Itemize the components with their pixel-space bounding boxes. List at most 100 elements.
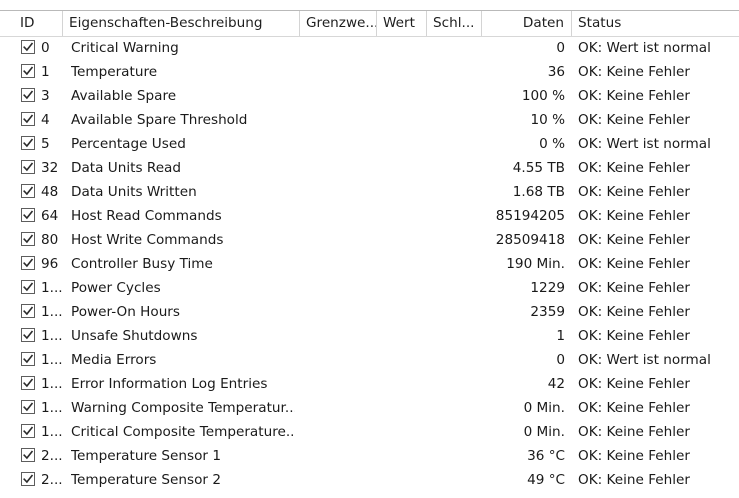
attribute-id: 1... <box>41 328 63 344</box>
column-header-value[interactable]: Wert <box>377 11 427 36</box>
column-header-threshold[interactable]: Grenzwe... <box>300 11 377 36</box>
checkbox-checked-icon[interactable] <box>21 472 35 486</box>
attribute-data: 36 °C <box>527 448 565 464</box>
smart-attributes-grid: ID Eigenschaften-Beschreibung Grenzwe...… <box>0 0 739 498</box>
table-row[interactable]: 2... Temperature Sensor 2 49 °C OK: Keine F… <box>0 468 739 492</box>
attribute-status: OK: Keine Fehler <box>578 472 690 488</box>
attribute-description: Percentage Used <box>71 136 186 152</box>
attribute-description: Temperature <box>71 64 158 80</box>
attribute-status: OK: Keine Fehler <box>578 184 690 200</box>
checkbox-checked-icon[interactable] <box>21 424 35 438</box>
attribute-id: 5 <box>41 136 50 152</box>
attribute-id: 3 <box>41 88 50 104</box>
attribute-description: Data Units Written <box>71 184 197 200</box>
attribute-data: 2359 <box>530 304 565 320</box>
table-row[interactable]: 1... Power-On Hours 2359 OK: Keine Fehler <box>0 300 739 324</box>
table-row[interactable]: 48 Data Units Written 1.68 TB OK: Keine Feh… <box>0 180 739 204</box>
column-header-key[interactable]: Schl... <box>427 11 482 36</box>
attribute-status: OK: Keine Fehler <box>578 88 690 104</box>
checkbox-checked-icon[interactable] <box>21 280 35 294</box>
id-cell: 1... <box>0 324 64 348</box>
table-row[interactable]: 3 Available Spare 100 % OK: Keine Fehler <box>0 84 739 108</box>
checkbox-checked-icon[interactable] <box>21 376 35 390</box>
checkbox-checked-icon[interactable] <box>21 448 35 462</box>
column-header-id[interactable]: ID <box>0 11 63 36</box>
attribute-data: 4.55 TB <box>512 160 565 176</box>
attribute-description: Power-On Hours <box>71 304 180 320</box>
table-row[interactable]: 1... Error Information Log Entries 42 OK: K… <box>0 372 739 396</box>
table-row[interactable]: 1... Warning Composite Temperatur... 0 Min… <box>0 396 739 420</box>
checkbox-checked-icon[interactable] <box>21 208 35 222</box>
attribute-id: 2... <box>41 448 63 464</box>
attribute-id: 1... <box>41 352 63 368</box>
attribute-status: OK: Wert ist normal <box>578 40 711 56</box>
id-cell: 0 <box>0 36 64 60</box>
id-cell: 80 <box>0 228 64 252</box>
attribute-status: OK: Keine Fehler <box>578 112 690 128</box>
checkbox-checked-icon[interactable] <box>21 400 35 414</box>
id-cell: 5 <box>0 132 64 156</box>
attribute-id: 80 <box>41 232 59 248</box>
attribute-data: 42 <box>547 376 565 392</box>
attribute-id: 96 <box>41 256 59 272</box>
table-row[interactable]: 32 Data Units Read 4.55 TB OK: Keine Fehler <box>0 156 739 180</box>
attribute-data: 0 <box>556 352 565 368</box>
attribute-id: 1... <box>41 376 63 392</box>
id-cell: 48 <box>0 180 64 204</box>
attribute-description: Available Spare Threshold <box>71 112 248 128</box>
attribute-data: 0 Min. <box>523 424 565 440</box>
attribute-data: 49 °C <box>527 472 565 488</box>
id-cell: 2... <box>0 468 64 492</box>
attribute-id: 1... <box>41 280 63 296</box>
checkbox-checked-icon[interactable] <box>21 352 35 366</box>
table-row[interactable]: 4 Available Spare Threshold 10 % OK: Keine … <box>0 108 739 132</box>
table-row[interactable]: 80 Host Write Commands 28509418 OK: Keine F… <box>0 228 739 252</box>
table-row[interactable]: 1... Critical Composite Temperature... 0 M… <box>0 420 739 444</box>
attribute-id: 32 <box>41 160 59 176</box>
id-cell: 1 <box>0 60 64 84</box>
attribute-status: OK: Keine Fehler <box>578 424 690 440</box>
table-row[interactable]: 0 Critical Warning 0 OK: Wert ist normal <box>0 36 739 60</box>
checkbox-checked-icon[interactable] <box>21 304 35 318</box>
attribute-description: Critical Warning <box>71 40 179 56</box>
attribute-data: 1.68 TB <box>512 184 565 200</box>
checkbox-checked-icon[interactable] <box>21 328 35 342</box>
attribute-description: Controller Busy Time <box>71 256 213 272</box>
attribute-description: Temperature Sensor 1 <box>71 448 221 464</box>
checkbox-checked-icon[interactable] <box>21 232 35 246</box>
attribute-description: Critical Composite Temperature... <box>71 424 295 440</box>
column-header-data[interactable]: Daten <box>482 11 572 36</box>
attribute-status: OK: Keine Fehler <box>578 400 690 416</box>
attribute-id: 1 <box>41 64 50 80</box>
checkbox-checked-icon[interactable] <box>21 184 35 198</box>
attribute-description: Power Cycles <box>71 280 161 296</box>
table-row[interactable]: 1... Unsafe Shutdowns 1 OK: Keine Fehler <box>0 324 739 348</box>
checkbox-checked-icon[interactable] <box>21 256 35 270</box>
table-row[interactable]: 1... Media Errors 0 OK: Wert ist normal <box>0 348 739 372</box>
attribute-status: OK: Keine Fehler <box>578 328 690 344</box>
column-header-status[interactable]: Status <box>572 11 739 36</box>
checkbox-checked-icon[interactable] <box>21 88 35 102</box>
table-row[interactable]: 2... Temperature Sensor 1 36 °C OK: Keine F… <box>0 444 739 468</box>
column-header-description[interactable]: Eigenschaften-Beschreibung <box>63 11 300 36</box>
attribute-status: OK: Keine Fehler <box>578 160 690 176</box>
table-row[interactable]: 1 Temperature 36 OK: Keine Fehler <box>0 60 739 84</box>
table-row[interactable]: 1... Power Cycles 1229 OK: Keine Fehler <box>0 276 739 300</box>
attribute-data: 28509418 <box>495 232 565 248</box>
attribute-description: Unsafe Shutdowns <box>71 328 198 344</box>
attribute-data: 100 % <box>521 88 565 104</box>
attribute-status: OK: Wert ist normal <box>578 136 711 152</box>
attribute-description: Host Write Commands <box>71 232 224 248</box>
table-row[interactable]: 5 Percentage Used 0 % OK: Wert ist normal <box>0 132 739 156</box>
checkbox-checked-icon[interactable] <box>21 112 35 126</box>
checkbox-checked-icon[interactable] <box>21 136 35 150</box>
table-row[interactable]: 64 Host Read Commands 85194205 OK: Keine Fe… <box>0 204 739 228</box>
id-cell: 1... <box>0 372 64 396</box>
table-row[interactable]: 96 Controller Busy Time 190 Min. OK: Keine … <box>0 252 739 276</box>
checkbox-checked-icon[interactable] <box>21 40 35 54</box>
attribute-data: 0 <box>556 40 565 56</box>
attribute-data: 0 % <box>539 136 565 152</box>
attribute-status: OK: Keine Fehler <box>578 64 690 80</box>
checkbox-checked-icon[interactable] <box>21 160 35 174</box>
checkbox-checked-icon[interactable] <box>21 64 35 78</box>
